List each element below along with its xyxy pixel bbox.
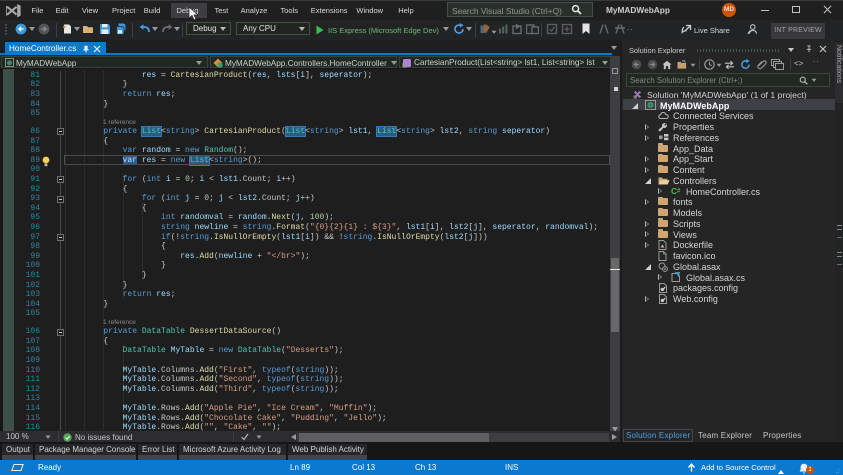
svg-text:#: # xyxy=(677,189,681,195)
